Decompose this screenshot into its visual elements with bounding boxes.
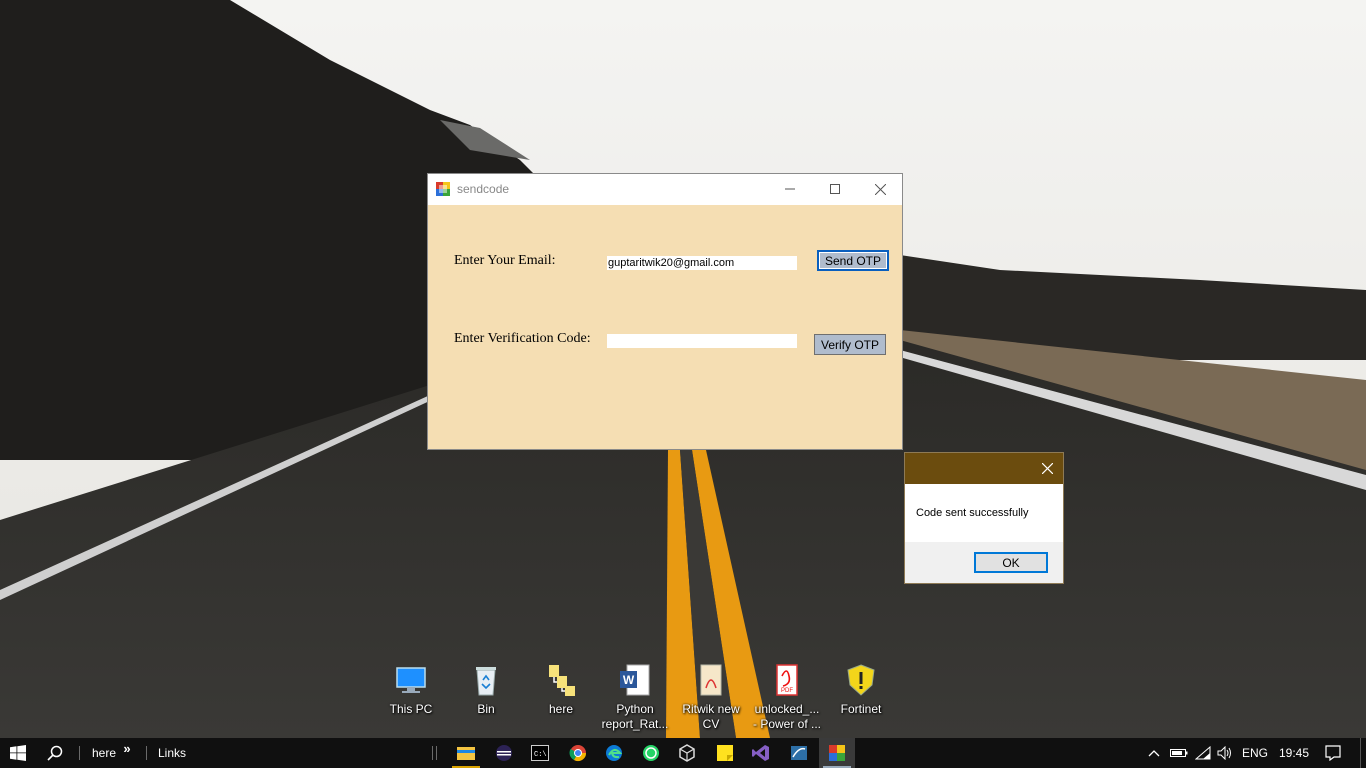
sendcode-app-icon [829, 745, 845, 761]
taskbar: here » Links C:\ ENG 19:45 [0, 738, 1366, 768]
desktop-icon-this-pc[interactable]: This PC [374, 662, 448, 732]
command-prompt-icon: C:\ [531, 745, 549, 761]
taskbar-eclipse[interactable] [486, 738, 522, 768]
toolbar-separator [146, 746, 147, 760]
desktop-icon-label: This PC [389, 702, 433, 716]
verification-code-label: Enter Verification Code: [454, 331, 591, 346]
email-label: Enter Your Email: [454, 253, 556, 268]
message-box: Code sent successfully OK [904, 452, 1064, 584]
fortinet-shield-icon [847, 664, 875, 696]
window-titlebar[interactable]: sendcode [428, 174, 902, 205]
chrome-icon [569, 745, 587, 762]
svg-text:PDF: PDF [781, 688, 793, 694]
search-icon [47, 745, 63, 761]
toolbar-here[interactable]: here [88, 738, 120, 768]
window-title: sendcode [457, 182, 510, 196]
close-button[interactable] [857, 174, 903, 204]
eclipse-icon [496, 745, 512, 761]
verify-otp-button[interactable]: Verify OTP [814, 334, 886, 355]
verification-code-field[interactable] [607, 334, 797, 348]
taskbar-chrome[interactable] [560, 738, 596, 768]
word-document-icon: W [620, 664, 650, 696]
show-hidden-icons-button[interactable] [1144, 738, 1164, 768]
clock-time: 19:45 [1278, 746, 1310, 760]
message-box-titlebar[interactable] [905, 453, 1063, 484]
visual-studio-icon [752, 745, 769, 761]
message-box-body: Code sent successfully [905, 484, 1063, 542]
windows-logo-icon [10, 745, 26, 761]
toolbar-links-label: Links [157, 746, 186, 760]
folder-shortcut-icon [549, 665, 575, 696]
sticky-notes-icon [717, 745, 733, 761]
svg-text:C:\: C:\ [534, 751, 547, 759]
taskbar-command-prompt[interactable]: C:\ [522, 738, 558, 768]
maximize-button[interactable] [812, 174, 858, 204]
start-button[interactable] [0, 738, 36, 768]
chevron-icon: » [123, 741, 131, 756]
desktop-icon-label: here [548, 702, 574, 716]
minimize-icon [785, 188, 795, 190]
battery-icon [1170, 749, 1188, 757]
computer-icon [396, 667, 426, 693]
recycle-bin-icon [476, 667, 496, 696]
toolbar-links[interactable]: Links [154, 738, 190, 768]
toolbar-separator [79, 746, 80, 760]
desktop-icon-fortinet[interactable]: Fortinet [824, 662, 898, 732]
desktop-icon-here[interactable]: here [524, 662, 598, 732]
toolbar-here-label: here [91, 746, 117, 760]
desktop-icon-python-report[interactable]: W Python report_Rat... [598, 662, 672, 732]
message-text: Code sent successfully [916, 507, 1029, 519]
app-icon [436, 182, 450, 196]
whatsapp-icon [643, 745, 659, 761]
wifi-icon [1195, 746, 1211, 760]
wifi-button[interactable] [1192, 738, 1214, 768]
taskbar-file-explorer[interactable] [448, 738, 484, 768]
chevron-up-icon [1148, 750, 1160, 757]
desktop-icon-bin[interactable]: Bin [449, 662, 523, 732]
taskbar-sql-server[interactable] [781, 738, 817, 768]
pdf-acrobat-icon: PDF [776, 664, 798, 696]
virtualbox-icon [679, 744, 695, 762]
desktop-icon-ritwik-cv[interactable]: Ritwik new CV [674, 662, 748, 732]
desktop-icon-label: unlocked_... - Power of ... [752, 702, 822, 731]
close-icon [1041, 463, 1053, 474]
sendcode-window: sendcode Enter Your Email: guptaritwik20… [427, 173, 903, 450]
edge-icon [606, 745, 623, 761]
pdf-document-icon [700, 664, 722, 696]
notification-icon [1325, 745, 1341, 761]
email-field[interactable]: guptaritwik20@gmail.com [607, 256, 797, 270]
maximize-icon [830, 184, 840, 194]
toolbar-separator [432, 746, 433, 760]
desktop-icon-label: Python report_Rat... [601, 702, 669, 731]
message-close-button[interactable] [1031, 453, 1063, 484]
show-desktop-button[interactable] [1360, 738, 1366, 768]
clock-button[interactable]: 19:45 [1274, 738, 1314, 768]
speaker-icon [1217, 746, 1231, 760]
svg-text:W: W [623, 673, 635, 687]
taskbar-edge[interactable] [596, 738, 632, 768]
ok-button[interactable]: OK [974, 552, 1048, 573]
input-language-button[interactable]: ENG [1238, 738, 1272, 768]
taskbar-sticky-notes[interactable] [707, 738, 743, 768]
language-indicator: ENG [1241, 746, 1268, 760]
desktop-icon-unlocked-pdf[interactable]: PDF unlocked_... - Power of ... [750, 662, 824, 732]
taskbar-whatsapp[interactable] [633, 738, 669, 768]
taskbar-virtualbox[interactable] [669, 738, 705, 768]
desktop-icon-label: Ritwik new CV [682, 702, 740, 731]
toolbar-chevron[interactable]: » [120, 738, 134, 768]
action-center-button[interactable] [1318, 738, 1348, 768]
desktop-icon-label: Bin [477, 702, 495, 716]
battery-button[interactable] [1168, 738, 1190, 768]
close-icon [874, 183, 886, 195]
taskbar-sendcode[interactable] [819, 738, 855, 768]
toolbar-separator [436, 746, 437, 760]
taskbar-visual-studio[interactable] [743, 738, 779, 768]
send-otp-button[interactable]: Send OTP [817, 250, 889, 271]
search-button[interactable] [38, 738, 72, 768]
volume-button[interactable] [1214, 738, 1236, 768]
sql-server-icon [791, 746, 807, 760]
desktop-icon-label: Fortinet [840, 702, 882, 716]
file-explorer-icon [457, 747, 475, 760]
minimize-button[interactable] [767, 174, 813, 204]
